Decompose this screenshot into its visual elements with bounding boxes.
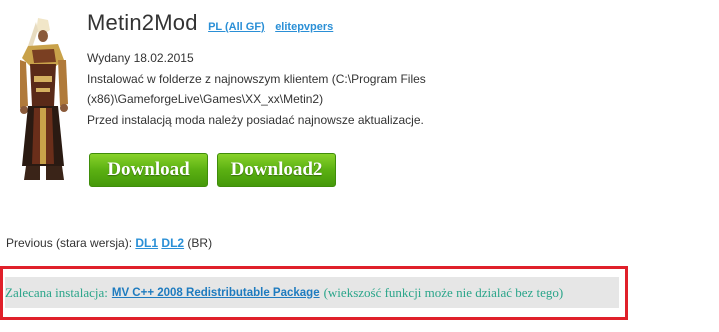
mod-info: Wydany 18.02.2015 Instalować w folderze … [87, 48, 426, 130]
dl2-link[interactable]: DL2 [161, 236, 184, 250]
vc-redist-link[interactable]: MV C++ 2008 Redistributable Package [112, 287, 320, 299]
mod-title: Metin2Mod [87, 10, 198, 35]
download-button[interactable]: Download [89, 153, 208, 187]
previous-suffix: (BR) [187, 236, 213, 250]
previous-versions: Previous (stara wersja): DL1 DL2 (BR) [6, 236, 212, 250]
dl1-link[interactable]: DL1 [135, 236, 158, 250]
release-date: Wydany 18.02.2015 [87, 51, 194, 65]
install-path-line-1: Instalować w folderze z najnowszym klien… [87, 71, 426, 86]
tag-link-elitepvpers[interactable]: elitepvpers [275, 21, 333, 33]
character-image [14, 16, 72, 184]
recommended-label: Zalecana instalacja: [5, 284, 108, 300]
update-notice: Przed instalacją moda należy posiadać na… [87, 112, 424, 127]
tag-link-pl[interactable]: PL (All GF) [208, 21, 265, 33]
recommended-highlight-box: Zalecana instalacja: MV C++ 2008 Redistr… [0, 266, 628, 320]
recommended-install-bar: Zalecana instalacja: MV C++ 2008 Redistr… [5, 277, 619, 308]
install-path-line-2: (x86)\GameforgeLive\Games\XX_xx\Metin2) [87, 92, 324, 106]
download2-button[interactable]: Download2 [217, 153, 336, 187]
mod-header: Metin2Mod PL (All GF) elitepvpers [87, 10, 333, 36]
recommended-note: (wiekszość funkcji może nie dzialać bez … [323, 284, 564, 300]
previous-label: Previous (stara wersja): [6, 236, 133, 250]
